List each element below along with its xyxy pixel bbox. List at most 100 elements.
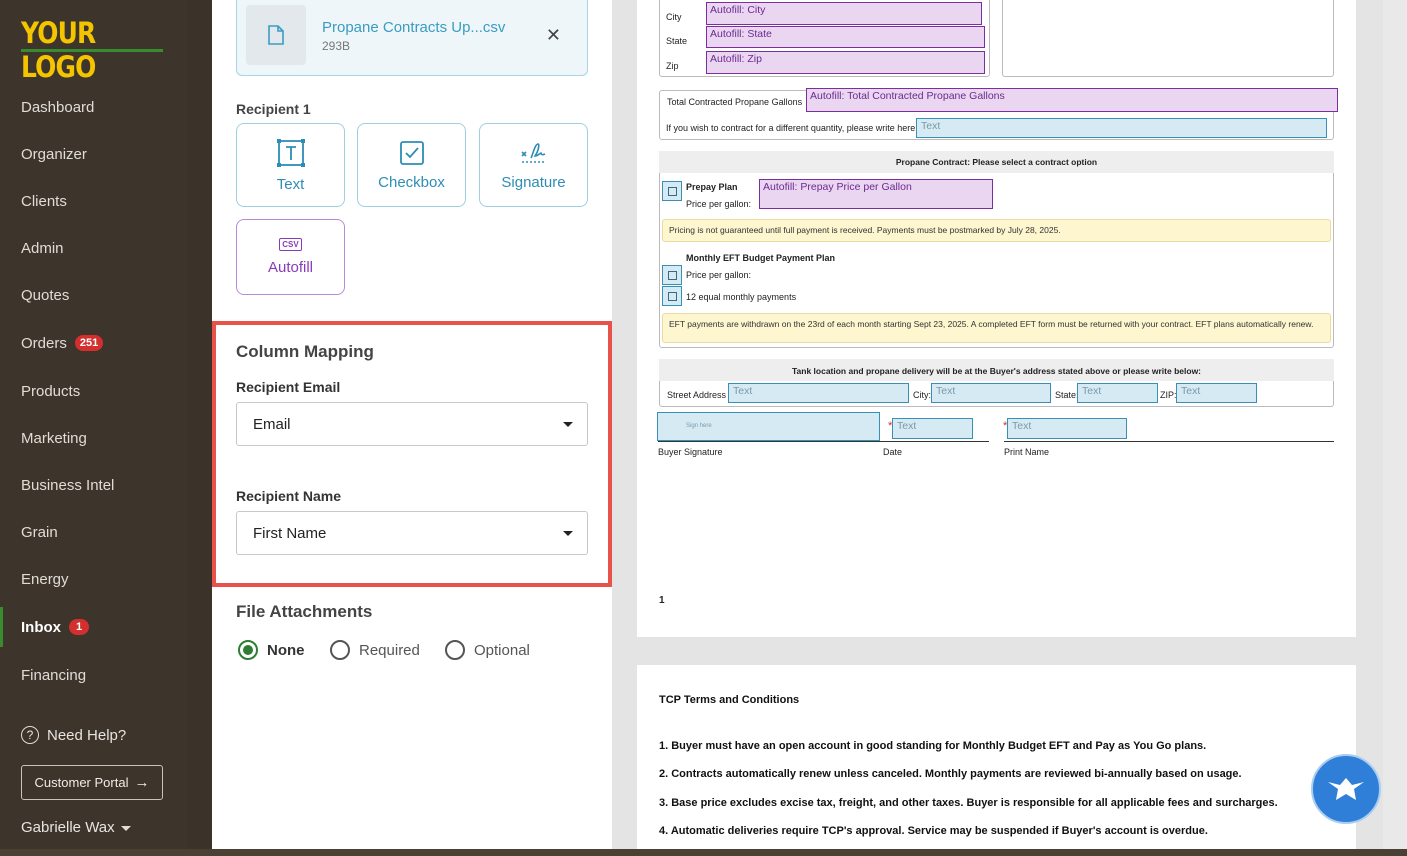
autofill-zip-field[interactable]: Autofill: Zip (706, 51, 985, 74)
terms-title: TCP Terms and Conditions (659, 694, 800, 706)
terms-item: 2. Contracts automatically renew unless … (659, 768, 1242, 780)
radio-checked-icon (238, 640, 258, 660)
caret-down-icon (120, 826, 131, 831)
print-name-label: Print Name (1004, 447, 1050, 457)
signature-line (658, 441, 888, 442)
recipient-label: Recipient 1 (236, 101, 311, 117)
autofill-prepay-field[interactable]: Autofill: Prepay Price per Gallon (759, 179, 993, 209)
arrow-right-icon: → (134, 774, 150, 791)
scrollbar[interactable] (1383, 0, 1407, 849)
prepay-plan-label: Prepay Plan (686, 182, 738, 192)
background-strip (0, 849, 1407, 856)
nav-business-intel[interactable]: Business Intel (0, 465, 187, 505)
file-icon (246, 5, 306, 65)
autofill-gallons-field[interactable]: Autofill: Total Contracted Propane Gallo… (806, 88, 1338, 112)
city2-label: City: (913, 390, 931, 400)
autofill-tool-button[interactable]: CSV Autofill (236, 219, 345, 295)
eft-price-label: Price per gallon: (686, 270, 752, 280)
different-quantity-text-field[interactable]: Text (916, 118, 1327, 138)
logo-underline (21, 49, 163, 52)
user-menu[interactable]: Gabrielle Wax (21, 819, 131, 836)
prepay-checkbox[interactable] (662, 181, 682, 201)
recipient-email-label: Recipient Email (236, 379, 341, 395)
radio-unchecked-icon (445, 640, 465, 660)
nav-marketing[interactable]: Marketing (0, 418, 187, 458)
sidebar: YOUR LOGO Dashboard Organizer Clients Ad… (0, 0, 187, 856)
eft-price-checkbox[interactable] (662, 265, 682, 285)
autofill-state-field[interactable]: Autofill: State (706, 26, 985, 48)
terms-item: 4. Automatic deliveries require TCP's ap… (659, 825, 1208, 837)
buyer-signature-label: Buyer Signature (658, 447, 723, 457)
contract-option-header: Propane Contract: Please select a contra… (659, 151, 1334, 173)
nav-inbox[interactable]: Inbox 1 (0, 607, 187, 647)
document-page-2: TCP Terms and Conditions 1. Buyer must h… (637, 665, 1356, 849)
inbox-badge: 1 (69, 619, 89, 635)
zip2-label: ZIP: (1160, 390, 1177, 400)
autofill-city-field[interactable]: Autofill: City (706, 2, 982, 25)
print-name-line (1004, 441, 1334, 442)
star-wings-icon (1328, 778, 1364, 800)
different-quantity-label: If you wish to contract for a different … (666, 123, 918, 133)
gallons-label: Total Contracted Propane Gallons (667, 97, 803, 107)
orders-badge: 251 (74, 335, 104, 351)
signature-tool-button[interactable]: Signature (479, 123, 588, 207)
date-label: Date (883, 447, 903, 457)
signature-icon (520, 142, 546, 163)
eft-plan-label: Monthly EFT Budget Payment Plan (686, 253, 836, 263)
eft-note: EFT payments are withdrawn on the 23rd o… (662, 313, 1331, 343)
terms-item: 3. Base price excludes excise tax, freig… (659, 797, 1278, 809)
nav-dashboard[interactable]: Dashboard (0, 87, 187, 127)
street-address-label: Street Address (667, 390, 727, 400)
nav-grain[interactable]: Grain (0, 512, 187, 552)
print-name-text-field[interactable]: Text (1007, 418, 1127, 439)
column-mapping-title: Column Mapping (236, 342, 374, 361)
customer-portal-button[interactable]: Customer Portal → (21, 765, 163, 800)
uploaded-file-card: Propane Contracts Up...csv 293B ✕ (236, 0, 588, 76)
nav-quotes[interactable]: Quotes (0, 275, 187, 315)
nav-admin[interactable]: Admin (0, 228, 187, 268)
text-field-icon (276, 138, 305, 167)
caret-down-icon (563, 531, 573, 536)
nav-clients[interactable]: Clients (0, 181, 187, 221)
document-preview[interactable]: City State Zip Autofill: City Autofill: … (612, 0, 1383, 849)
radio-required[interactable]: Required (330, 640, 420, 660)
right-info-box (1002, 0, 1334, 77)
radio-unchecked-icon (330, 640, 350, 660)
city-label: City (666, 12, 682, 22)
editor-panel: Propane Contracts Up...csv 293B ✕ Recipi… (212, 0, 612, 849)
eft-monthly-checkbox[interactable] (662, 286, 682, 306)
file-name: Propane Contracts Up...csv (322, 19, 506, 36)
radio-optional[interactable]: Optional (445, 640, 530, 660)
recipient-email-select[interactable]: Email (236, 402, 588, 446)
page-number: 1 (659, 595, 665, 606)
nav-products[interactable]: Products (0, 371, 187, 411)
radio-none[interactable]: None (238, 640, 305, 660)
csv-icon: CSV (279, 237, 302, 252)
close-icon[interactable]: ✕ (546, 25, 561, 46)
state2-label: State: (1055, 390, 1079, 400)
help-icon: ? (21, 726, 39, 744)
caret-down-icon (563, 422, 573, 427)
nav-orders[interactable]: Orders 251 (0, 323, 187, 363)
recipient-name-select[interactable]: First Name (236, 511, 588, 555)
state2-text-field[interactable]: Text (1077, 383, 1158, 403)
text-tool-button[interactable]: Text (236, 123, 345, 207)
prepay-price-label: Price per gallon: (686, 199, 752, 209)
assistant-fab-button[interactable] (1311, 754, 1381, 824)
file-size: 293B (322, 39, 351, 53)
nav-organizer[interactable]: Organizer (0, 134, 187, 174)
eft-payments-label: 12 equal monthly payments (686, 292, 797, 302)
zip2-text-field[interactable]: Text (1176, 383, 1257, 403)
checkbox-tool-button[interactable]: Checkbox (357, 123, 466, 207)
city2-text-field[interactable]: Text (931, 383, 1051, 403)
zip-label: Zip (666, 61, 679, 71)
signature-field[interactable]: Sign here (657, 412, 880, 441)
checkbox-icon (399, 140, 424, 165)
recipient-name-label: Recipient Name (236, 488, 342, 504)
prepay-note: Pricing is not guaranteed until full pay… (662, 219, 1331, 242)
street-text-field[interactable]: Text (728, 383, 909, 403)
date-text-field[interactable]: Text (892, 418, 973, 439)
nav-energy[interactable]: Energy (0, 559, 187, 599)
need-help-link[interactable]: ? Need Help? (21, 726, 126, 744)
nav-financing[interactable]: Financing (0, 655, 187, 695)
